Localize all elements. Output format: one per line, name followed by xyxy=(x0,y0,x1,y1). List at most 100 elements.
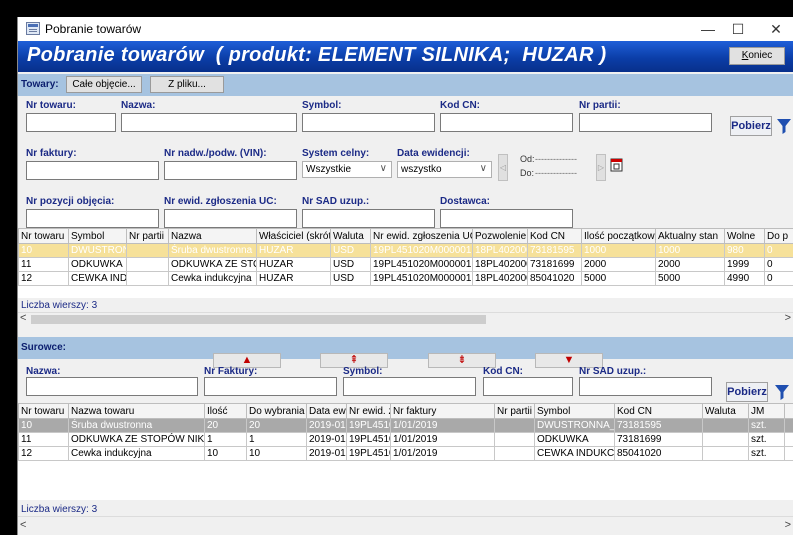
towary-col-header[interactable]: Aktualny stan xyxy=(655,228,725,244)
kod-cn-input[interactable] xyxy=(440,113,573,132)
data-ewidencji-select[interactable]: wszystko ∨ xyxy=(397,161,492,178)
system-celny-value: Wszystkie xyxy=(306,164,351,175)
surowce-col-header[interactable]: JM xyxy=(748,403,785,419)
table-cell: 10 xyxy=(18,243,69,258)
system-celny-select[interactable]: Wszystkie ∨ xyxy=(302,161,392,178)
do-label: Do: xyxy=(520,168,535,178)
table-cell: ODKUWKA ZE STOPÓW NIKLU xyxy=(68,432,205,447)
surowce-col-header[interactable]: Do wybrania xyxy=(246,403,307,419)
surowce-col-header[interactable]: Symbol xyxy=(534,403,615,419)
dostawca-input[interactable] xyxy=(440,209,573,228)
towary-table: Nr towaru Symbol Nr partii Nazwa Właściciel … xyxy=(18,228,793,298)
surowce-nr-sad-input[interactable] xyxy=(579,377,712,396)
surowce-col-header[interactable]: Nazwa towaru xyxy=(68,403,205,419)
surowce-col-header[interactable]: Data ewid xyxy=(306,403,347,419)
scroll-right-icon[interactable]: > xyxy=(785,312,791,324)
table-row[interactable]: 12CEWKA INDUK Cewka indukcyjnaHUZARUSD19P… xyxy=(18,271,793,286)
surowce-col-header[interactable]: Nr partii xyxy=(494,403,535,419)
scroll-left-icon[interactable]: < xyxy=(20,519,26,531)
table-row[interactable]: 10 Śruba dwustronna 20 20 2019-01- 19PL4510 1/… xyxy=(18,418,793,433)
towary-col-header[interactable]: Właściciel (skrót) xyxy=(256,228,331,244)
filter-icon[interactable] xyxy=(773,382,791,402)
table-cell: 19PL451020M000001 xyxy=(370,243,473,258)
surowce-nr-faktury-input[interactable] xyxy=(204,377,337,396)
table-row[interactable]: 11 ODKUWKA ZE STOPÓW NIKLU 1 1 2019-01- 19PL4… xyxy=(18,432,793,447)
towary-col-header[interactable]: Wolne xyxy=(724,228,765,244)
z-pliku-button[interactable]: Z pliku... xyxy=(150,76,224,93)
table-cell: 19PL4510 xyxy=(346,446,391,461)
nr-partii-input[interactable] xyxy=(579,113,712,132)
surowce-nazwa-input[interactable] xyxy=(26,377,198,396)
towary-row-count: Liczba wierszy: 3 xyxy=(21,300,98,311)
table-cell xyxy=(784,446,793,461)
table-cell: 18PL402000C xyxy=(472,243,528,258)
nr-nadw-input[interactable] xyxy=(164,161,297,180)
maximize-button[interactable]: ☐ xyxy=(718,19,758,39)
data-ewidencji-label: Data ewidencji: xyxy=(397,148,470,159)
close-button[interactable]: ✕ xyxy=(756,19,793,39)
app-icon xyxy=(26,22,40,35)
cale-objecie-button[interactable]: Całe objęcie... xyxy=(66,76,142,93)
towary-col-header[interactable]: Pozwolenie xyxy=(472,228,528,244)
nr-faktury-input[interactable] xyxy=(26,161,159,180)
table-row[interactable]: 10DWUSTRONNA Śruba dwustronnaHUZARUSD19PL… xyxy=(18,243,793,258)
prev-date-button[interactable]: ◁ xyxy=(498,154,508,181)
nr-towaru-input[interactable] xyxy=(26,113,116,132)
nr-ewid-input[interactable] xyxy=(164,209,297,228)
surowce-col-header[interactable]: Ilość xyxy=(204,403,247,419)
surowce-col-header[interactable] xyxy=(784,403,793,419)
symbol-input[interactable] xyxy=(302,113,435,132)
towary-col-header[interactable]: Nr ewid. zgłoszenia UC xyxy=(370,228,473,244)
scroll-right-icon[interactable]: > xyxy=(785,519,791,531)
towary-col-header[interactable]: Nr towaru xyxy=(18,228,69,244)
table-cell: ODKUWKA xyxy=(534,432,615,447)
table-cell: 12 xyxy=(18,446,69,461)
table-row[interactable]: 11ODKUWKA ODKUWKA ZE STOPOHUZARUSD19PL451… xyxy=(18,257,793,272)
od-label: Od: xyxy=(520,154,535,164)
towary-col-header[interactable]: Do p xyxy=(764,228,793,244)
nazwa-input[interactable] xyxy=(121,113,297,132)
towary-hscroll[interactable]: < > xyxy=(18,312,793,325)
scroll-thumb[interactable] xyxy=(31,315,486,324)
table-cell: 19PL451020M000001 xyxy=(370,271,473,286)
table-cell: 5000 xyxy=(655,271,725,286)
pobierz-towary-button[interactable]: Pobierz xyxy=(730,116,772,136)
chevron-down-icon: ∨ xyxy=(479,163,487,174)
surowce-kod-cn-input[interactable] xyxy=(483,377,573,396)
surowce-col-header[interactable]: Nr ewid. z xyxy=(346,403,391,419)
table-cell: 2019-01- xyxy=(306,432,347,447)
next-date-button[interactable]: ▷ xyxy=(596,154,606,181)
scroll-left-icon[interactable]: < xyxy=(20,312,26,324)
surowce-symbol-input[interactable] xyxy=(343,377,476,396)
towary-col-header[interactable]: Nazwa xyxy=(168,228,257,244)
table-cell xyxy=(126,257,169,272)
pobierz-surowce-button[interactable]: Pobierz xyxy=(726,382,768,402)
table-cell: 0 xyxy=(764,257,793,272)
table-cell: HUZAR xyxy=(256,257,331,272)
table-cell: 19PL4510 xyxy=(346,432,391,447)
calendar-icon[interactable] xyxy=(610,157,623,172)
table-cell xyxy=(494,418,535,433)
table-cell: 12 xyxy=(18,271,69,286)
nr-sad-label: Nr SAD uzup.: xyxy=(302,196,370,207)
table-row[interactable]: 12 Cewka indukcyjna 10 10 2019-01- 19PL4510 1/… xyxy=(18,446,793,461)
surowce-col-header[interactable]: Waluta xyxy=(702,403,749,419)
nazwa-label: Nazwa: xyxy=(121,100,156,111)
surowce-hscroll[interactable]: < > xyxy=(18,516,793,535)
nr-sad-input[interactable] xyxy=(302,209,435,228)
koniec-button[interactable]: Koniec xyxy=(729,47,785,65)
kod-cn-label: Kod CN: xyxy=(440,100,480,111)
table-cell: 1999 xyxy=(724,257,765,272)
filter-icon[interactable] xyxy=(775,116,793,136)
dostawca-label: Dostawca: xyxy=(440,196,491,207)
towary-col-header[interactable]: Nr partii xyxy=(126,228,169,244)
towary-col-header[interactable]: Waluta xyxy=(330,228,371,244)
surowce-col-header[interactable]: Nr faktury xyxy=(390,403,495,419)
surowce-nazwa-label: Nazwa: xyxy=(26,366,61,377)
towary-col-header[interactable]: Ilość początkowa xyxy=(581,228,656,244)
nr-pozycji-input[interactable] xyxy=(26,209,159,228)
towary-col-header[interactable]: Kod CN xyxy=(527,228,582,244)
surowce-col-header[interactable]: Kod CN xyxy=(614,403,703,419)
surowce-col-header[interactable]: Nr towaru xyxy=(18,403,69,419)
towary-col-header[interactable]: Symbol xyxy=(68,228,127,244)
